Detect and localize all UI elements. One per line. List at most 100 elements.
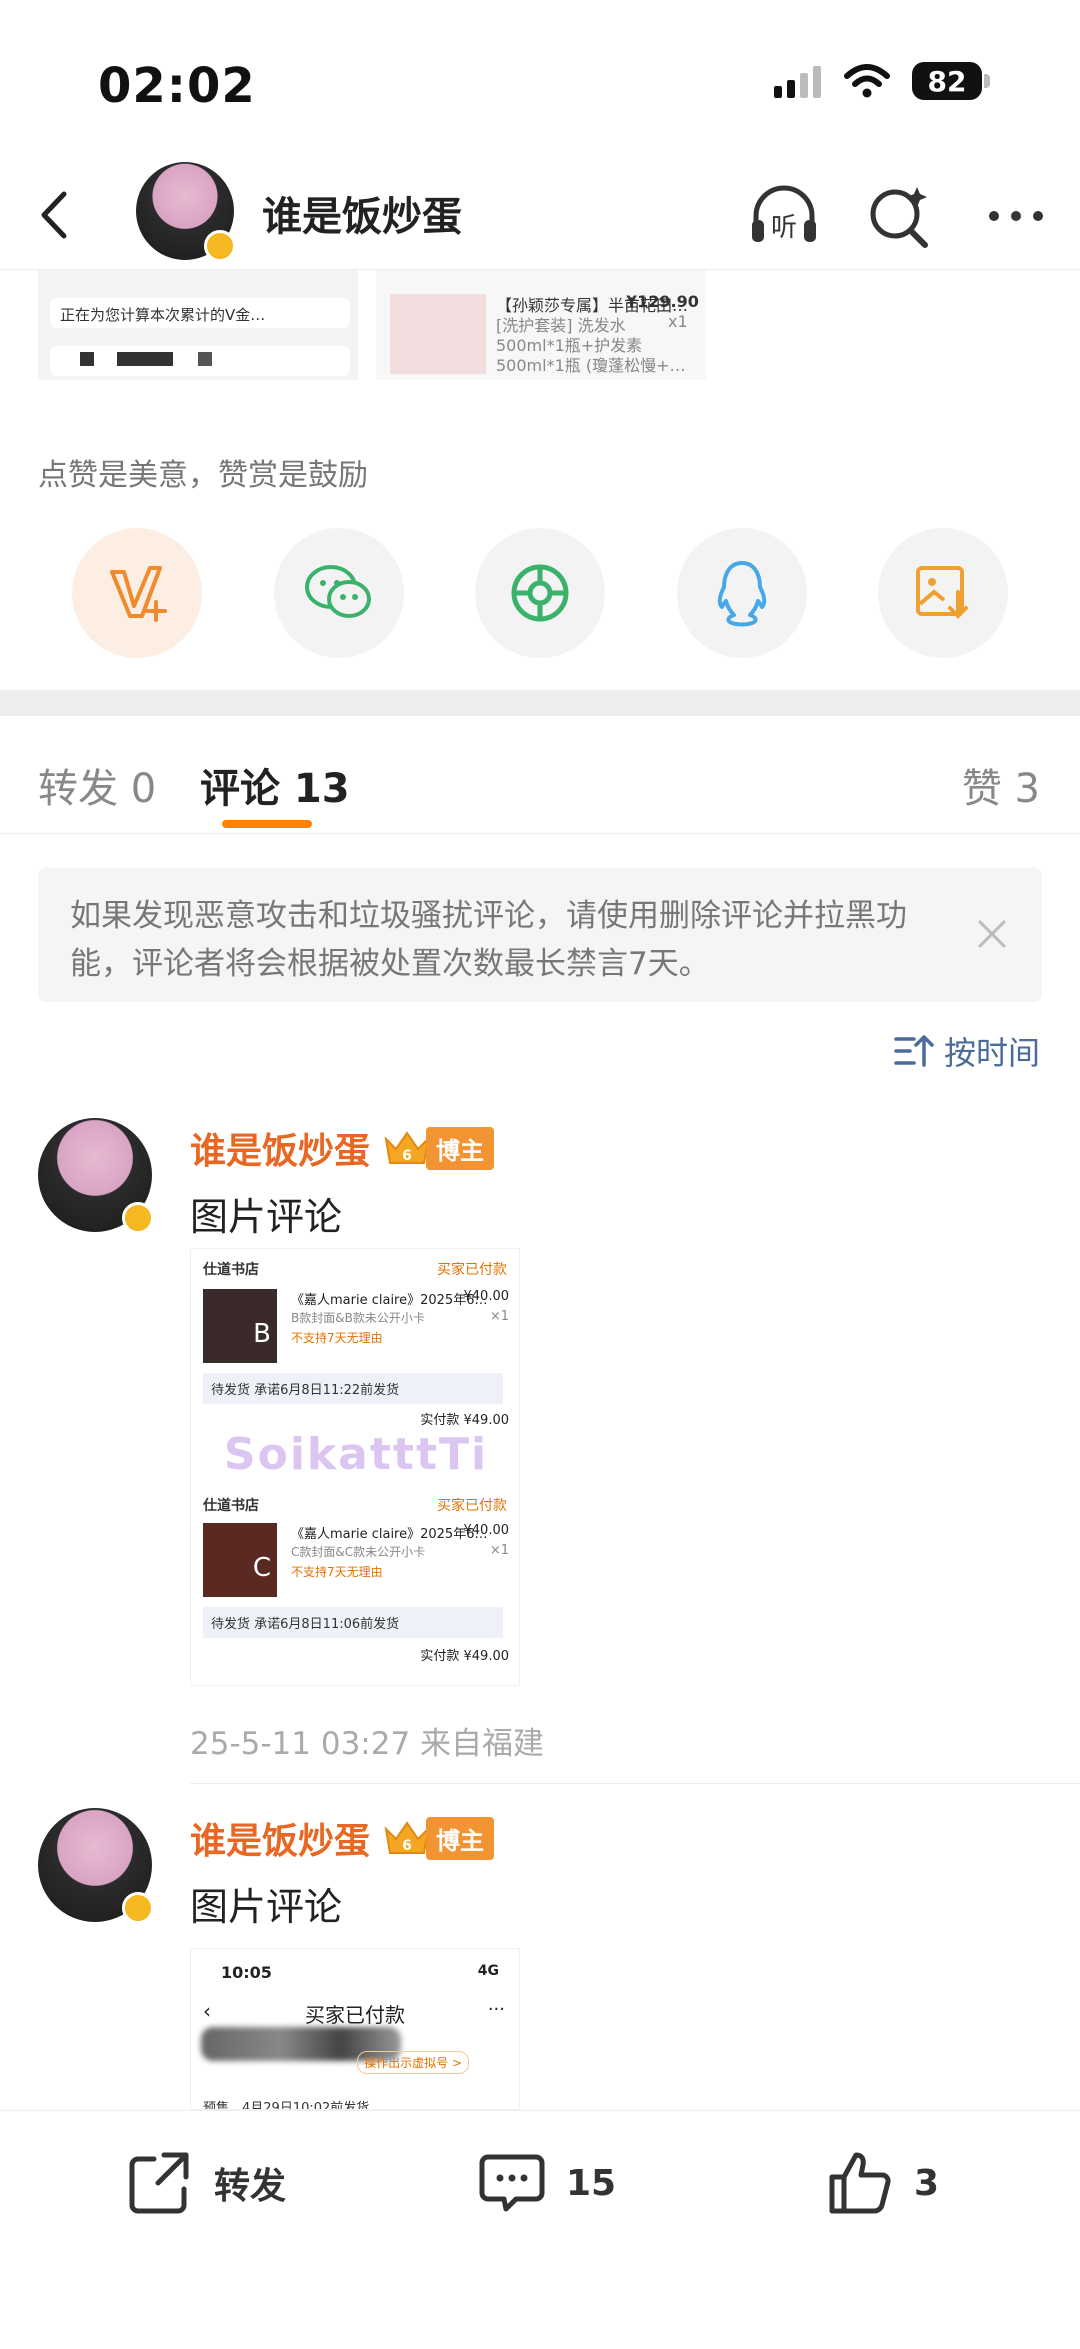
order-item-warning: 不支持7天无理由	[291, 1331, 383, 1345]
verified-badge-icon	[122, 1202, 154, 1234]
wifi-icon	[844, 64, 890, 98]
listen-label: 听	[771, 213, 797, 243]
crown-level: 6	[402, 1148, 412, 1164]
like-count: 3	[914, 2162, 940, 2204]
comment-image[interactable]: 仕道书店 买家已付款 B 《嘉人marie claire》2025年6… ¥40…	[190, 1248, 520, 1686]
order-status: 买家已付款	[437, 1498, 507, 1514]
screenshot-presale: 预售，4月29日10:02前发货	[203, 2101, 370, 2110]
more-dots-icon	[989, 211, 1043, 221]
comment-text: 图片评论	[190, 1195, 343, 1239]
v-reward-button[interactable]	[72, 528, 202, 658]
comment-author-row: 谁是饭炒蛋 6 博主	[190, 1122, 495, 1174]
comment-avatar[interactable]	[38, 1808, 154, 1924]
sort-icon	[894, 1035, 934, 1067]
preview-image-left: 正在为您计算本次累计的V金…	[38, 270, 358, 380]
comment-author-name[interactable]: 谁是饭炒蛋	[190, 1122, 370, 1174]
blogger-badge-label: 博主	[426, 1126, 495, 1170]
search-button[interactable]	[862, 178, 938, 254]
verified-badge-icon	[204, 230, 236, 262]
order-paid: 实付款 ¥49.00	[420, 1413, 509, 1428]
v-plus-icon	[110, 566, 167, 622]
crown-icon: 6	[384, 1821, 430, 1854]
moments-icon	[511, 564, 569, 622]
post-image-preview[interactable]: 正在为您计算本次累计的V金… 【孙颖莎专属】半亩花田… ¥129.90 [洗护套…	[38, 270, 708, 380]
comment-avatar[interactable]	[38, 1118, 154, 1234]
comment-author-row: 谁是饭炒蛋 6 博主	[190, 1812, 495, 1864]
bottom-action-bar: 转发 15 3	[0, 2110, 1080, 2349]
comment-author-name[interactable]: 谁是饭炒蛋	[190, 1812, 370, 1864]
preview-left-text: 正在为您计算本次累计的V金…	[50, 298, 350, 328]
blogger-badge-label: 博主	[426, 1816, 495, 1860]
comment-text: 图片评论	[190, 1885, 343, 1929]
thumbs-up-icon	[829, 2152, 891, 2214]
back-arrow-icon	[41, 191, 67, 239]
tab-like[interactable]: 赞 3	[962, 756, 1040, 814]
share-wechat-button[interactable]	[273, 528, 404, 658]
tab-comment[interactable]: 评论 13	[200, 756, 350, 814]
header-avatar[interactable]	[136, 162, 236, 262]
repost-label: 转发	[214, 2166, 287, 2207]
repost-button[interactable]: 转发	[124, 2147, 286, 2219]
comment-image[interactable]: 10:05 4G ‹ 买家已付款 ··· 操作出示虚拟号 > 预售，4月29日1…	[190, 1948, 520, 2110]
order-shop-name: 仕道书店	[203, 1262, 259, 1278]
order-item-thumb: C	[203, 1523, 277, 1597]
order-item-title: 《嘉人marie claire》2025年6…	[291, 1293, 488, 1308]
crown-icon: 6	[384, 1131, 430, 1164]
preview-image-right: 【孙颖莎专属】半亩花田… ¥129.90 [洗护套装] 洗发水 x1 500ml…	[376, 270, 706, 380]
save-image-button[interactable]	[878, 528, 1008, 658]
comment-policy-notice: 如果发现恶意攻击和垃圾骚扰评论，请使用删除评论并拉黑功能，评论者将会根据被处置次…	[38, 868, 1042, 1002]
screenshot-title: 买家已付款	[305, 2003, 405, 2027]
order-item-thumb: B	[203, 1289, 277, 1363]
order-shipping: 待发货 承诺6月8日11:06前发货	[203, 1607, 503, 1638]
status-bar: 02:02 82	[0, 0, 1080, 160]
like-button[interactable]: 3	[824, 2147, 939, 2219]
battery-level: 82	[912, 62, 982, 100]
share-arrow-icon	[129, 2152, 189, 2214]
order-item-warning: 不支持7天无理由	[291, 1565, 383, 1579]
notice-text: 如果发现恶意攻击和垃圾骚扰评论，请使用删除评论并拉黑功能，评论者将会根据被处置次…	[70, 898, 907, 982]
more-button[interactable]	[978, 178, 1054, 254]
cellular-signal-icon	[774, 66, 821, 98]
order-item-qty: ×1	[489, 1309, 509, 1324]
battery-tip	[984, 74, 990, 88]
share-moments-button[interactable]	[475, 528, 605, 658]
image-watermark: SoikatttTi	[223, 1429, 489, 1480]
comment-item: 谁是饭炒蛋 6 博主 图片评论 10:05 4G ‹ 买家已付款 ··· 操作出…	[0, 1808, 1080, 2110]
share-actions	[72, 528, 1008, 658]
top-nav-bar: 谁是饭炒蛋 听	[0, 160, 1080, 270]
sort-by-time-button[interactable]: 按时间	[894, 1028, 1040, 1074]
search-icon	[870, 187, 928, 248]
preview-product-thumb	[390, 294, 486, 374]
verified-badge-icon	[122, 1892, 154, 1924]
blogger-badge: 6 博主	[382, 1126, 495, 1170]
headphones-icon: 听	[752, 185, 816, 243]
share-qq-button[interactable]	[676, 528, 807, 658]
order-item-sub: B款封面&B款未公开小卡	[291, 1311, 425, 1325]
engagement-tabs: 转发 0 评论 13 赞 3	[0, 716, 1080, 834]
order-item-sub: C款封面&C款未公开小卡	[291, 1545, 426, 1559]
header-actions: 听	[746, 178, 1054, 254]
active-tab-indicator	[222, 820, 312, 828]
notice-close-button[interactable]	[972, 914, 1012, 954]
order-item-price: ¥40.00	[463, 1289, 510, 1304]
comment-meta: 25-5-11 03:27 来自福建	[190, 1726, 545, 1762]
screenshot-time: 10:05	[221, 1963, 272, 1982]
screenshot-button: 操作出示虚拟号 >	[357, 2051, 469, 2074]
preview-left-bar	[50, 346, 350, 376]
battery-indicator: 82	[912, 62, 990, 100]
comment-divider	[190, 1783, 1080, 1784]
tab-repost[interactable]: 转发 0	[38, 756, 156, 814]
order-item-price: ¥40.00	[463, 1523, 510, 1538]
screenshot-more-icon: ···	[487, 1999, 505, 2020]
crown-level: 6	[402, 1838, 412, 1854]
order-item-qty: ×1	[489, 1543, 509, 1558]
back-button[interactable]	[24, 180, 94, 250]
comment-button[interactable]: 15	[476, 2147, 616, 2219]
listen-button[interactable]: 听	[746, 178, 822, 254]
section-divider	[0, 690, 1080, 716]
header-username[interactable]: 谁是饭炒蛋	[262, 184, 462, 242]
status-icons: 82	[774, 62, 990, 100]
close-icon	[978, 920, 1006, 948]
screenshot-network: 4G	[477, 1963, 499, 1979]
save-image-icon	[916, 566, 968, 619]
